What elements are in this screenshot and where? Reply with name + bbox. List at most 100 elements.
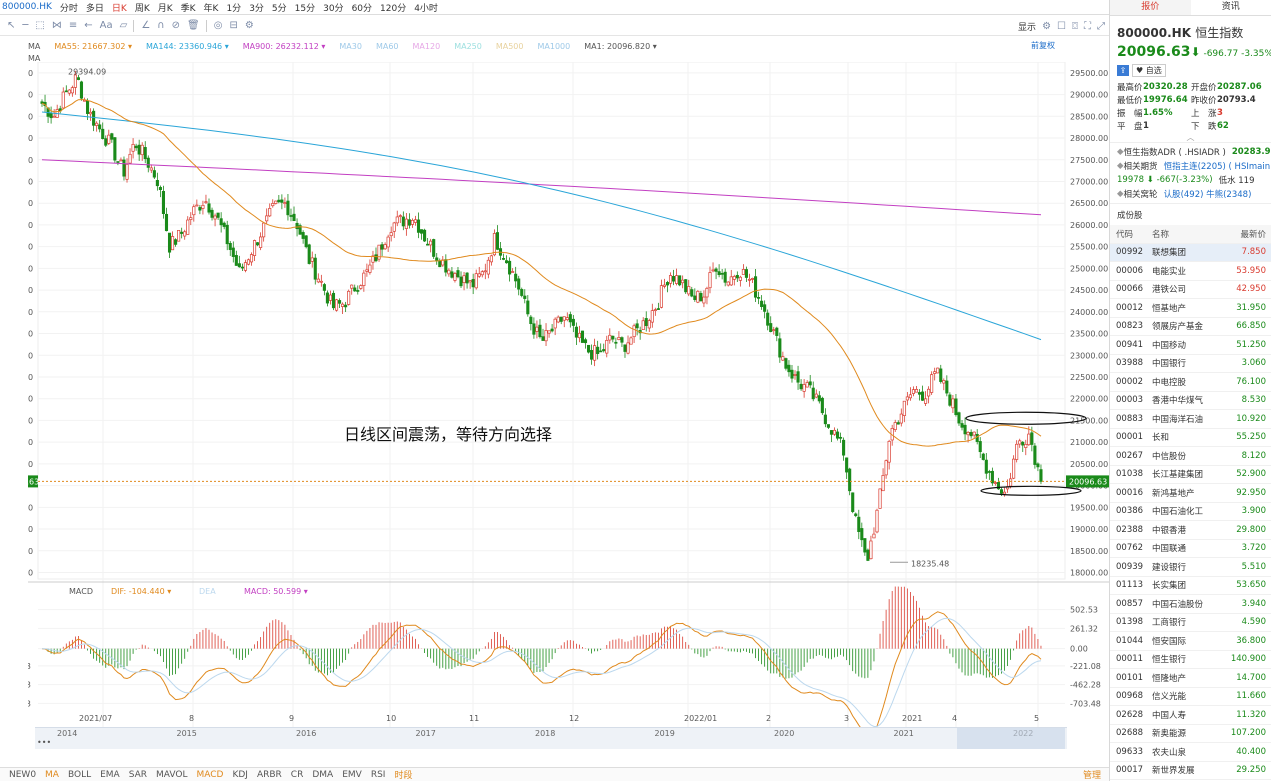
constituent-row[interactable]: 03988 中国银行 3.060 xyxy=(1110,355,1271,373)
constituent-row[interactable]: 00823 领展房产基金 66.850 xyxy=(1110,318,1271,336)
ma-legend-item[interactable]: MA144: 23360.946 ▾ xyxy=(146,42,229,51)
camera-icon[interactable]: ⌼ xyxy=(1072,21,1078,32)
indicator-tab[interactable]: RSI xyxy=(371,770,386,780)
period-tab[interactable]: 5分 xyxy=(272,1,287,14)
constituent-row[interactable]: 00762 中国联通 3.720 xyxy=(1110,540,1271,558)
constituent-row[interactable]: 00992 联想集团 7.850 xyxy=(1110,243,1271,262)
channel-tool-icon[interactable]: ≡ xyxy=(69,20,77,31)
period-tab[interactable]: 日K xyxy=(112,1,127,14)
ma-legend-item[interactable]: MA60 xyxy=(376,42,399,51)
indicator-tab[interactable]: MAVOL xyxy=(156,770,187,780)
manage-button[interactable]: 管理 xyxy=(1083,768,1101,781)
constituent-row[interactable]: 00002 中电控股 76.100 xyxy=(1110,373,1271,392)
symbol-code[interactable]: 800000.HK xyxy=(2,2,52,12)
constituent-row[interactable]: 00011 恒生银行 140.900 xyxy=(1110,651,1271,669)
constituent-row[interactable]: 00386 中国石油化工 3.900 xyxy=(1110,503,1271,521)
period-tab[interactable]: 3分 xyxy=(249,1,264,14)
indicator-tab[interactable]: MACD xyxy=(196,770,223,780)
gear-icon[interactable]: ⚙ xyxy=(1042,21,1051,32)
related-label[interactable]: 相关期货 xyxy=(1124,160,1158,172)
period-tab[interactable]: 15分 xyxy=(295,1,315,14)
constituent-row[interactable]: 00006 电能实业 53.950 xyxy=(1110,262,1271,281)
fib-tool-icon[interactable]: ⋈ xyxy=(52,20,62,31)
related-row[interactable]: 19978 ⬇ -667(-3.23%) 低水 119 xyxy=(1110,173,1271,187)
constituent-row[interactable]: 01398 工商银行 4.590 xyxy=(1110,614,1271,632)
constituent-row[interactable]: 00012 恒基地产 31.950 xyxy=(1110,299,1271,318)
ma-legend-item[interactable]: MA500 xyxy=(496,42,524,51)
indicator-tab[interactable]: EMV xyxy=(342,770,362,780)
indicator-tab[interactable]: 时段 xyxy=(394,768,412,781)
kline-chart[interactable]: 29500.009500.0029000.009000.0028500.0085… xyxy=(28,62,1110,727)
constituent-row[interactable]: 00001 长和 55.250 xyxy=(1110,429,1271,447)
layers-icon[interactable]: ⊟ xyxy=(229,20,237,31)
ma-legend-item[interactable]: MA120 xyxy=(413,42,441,51)
ma-legend-item[interactable]: MA250 xyxy=(454,42,482,51)
constituent-row[interactable]: 00016 新鸿基地产 92.950 xyxy=(1110,484,1271,503)
indicator-tab[interactable]: EMA xyxy=(100,770,120,780)
period-tab[interactable]: 季K xyxy=(181,1,196,14)
crosshair-icon[interactable]: ↖ xyxy=(7,20,15,31)
constituent-row[interactable]: 00968 信义光能 11.660 xyxy=(1110,688,1271,706)
constituent-row[interactable]: 02388 中银香港 29.800 xyxy=(1110,521,1271,540)
period-tab[interactable]: 120分 xyxy=(380,1,406,14)
indicator-tab[interactable]: KDJ xyxy=(232,770,248,780)
constituent-row[interactable]: 00066 港铁公司 42.950 xyxy=(1110,281,1271,299)
expand-icon[interactable]: ⤢ xyxy=(1097,21,1105,32)
indicator-tab[interactable]: BOLL xyxy=(68,770,91,780)
adjust-mode[interactable]: 前复权 xyxy=(1031,40,1055,51)
period-tab[interactable]: 分时 xyxy=(60,1,78,14)
constituent-row[interactable]: 01044 恒安国际 36.800 xyxy=(1110,632,1271,651)
period-tab[interactable]: 周K xyxy=(135,1,150,14)
constituent-row[interactable]: 09633 农夫山泉 40.400 xyxy=(1110,743,1271,762)
related-row[interactable]: ◆ 恒生指数ADR ( .HSIADR ) 20283.9 xyxy=(1110,145,1271,159)
period-tab[interactable]: 60分 xyxy=(352,1,372,14)
related-row[interactable]: ◆ 相关窝轮 认股(492) 牛熊(2348) xyxy=(1110,187,1271,201)
constituent-row[interactable]: 00941 中国移动 51.250 xyxy=(1110,336,1271,355)
timeline-handle-icon[interactable]: ••• xyxy=(37,738,51,747)
pen-icon[interactable]: ∠ xyxy=(141,20,150,31)
col-name[interactable]: 名称 xyxy=(1152,228,1214,240)
collapse-icon[interactable]: ︿ xyxy=(1110,132,1271,142)
ma-legend-item[interactable]: MA1: 20096.820 ▾ xyxy=(584,42,657,51)
ma-legend-item[interactable]: MA30 xyxy=(339,42,362,51)
checkbox-icon[interactable]: ☐ xyxy=(1057,21,1066,32)
related-row[interactable]: ◆ 相关期货 恒指主连(2205) ( HSImain xyxy=(1110,159,1271,173)
related-value[interactable]: 恒指主连(2205) ( HSImain xyxy=(1164,160,1271,172)
related-value[interactable]: 低水 119 xyxy=(1219,174,1255,186)
share-icon[interactable]: ⇪ xyxy=(1117,65,1129,76)
fullscreen-icon[interactable]: ⛶ xyxy=(1084,21,1091,32)
magnet-icon[interactable]: ∩ xyxy=(157,20,164,31)
col-price[interactable]: 最新价 xyxy=(1214,228,1266,240)
period-tab[interactable]: 1分 xyxy=(226,1,241,14)
related-label[interactable]: 19978 ⬇ -667(-3.23%) xyxy=(1117,175,1213,185)
settings-icon[interactable]: ⚙ xyxy=(245,20,254,31)
line-tool-icon[interactable]: ─ xyxy=(22,20,28,31)
timeline-selection[interactable] xyxy=(957,728,1065,749)
measure-icon[interactable]: ⏥ xyxy=(120,20,128,31)
add-watchlist-button[interactable]: ♥ 自选 xyxy=(1132,64,1166,77)
tab-quote[interactable]: 报价 xyxy=(1110,0,1191,15)
text-tool-icon[interactable]: Aa xyxy=(100,20,113,31)
ma-legend-item[interactable]: MA xyxy=(28,42,40,51)
lock-icon[interactable]: ⊘ xyxy=(172,20,180,31)
tab-news[interactable]: 资讯 xyxy=(1191,0,1271,15)
period-tab[interactable]: 4小时 xyxy=(414,1,438,14)
related-label[interactable]: 相关窝轮 xyxy=(1124,188,1158,200)
ma-legend-item[interactable]: MA900: 26232.112 ▾ xyxy=(243,42,326,51)
trash-icon[interactable]: 🗑 xyxy=(187,20,200,31)
constituent-row[interactable]: 00857 中国石油股份 3.940 xyxy=(1110,595,1271,614)
indicator-tab[interactable]: CR xyxy=(291,770,304,780)
related-value[interactable]: 20283.9 xyxy=(1232,147,1271,157)
constituent-row[interactable]: 02688 新奥能源 107.200 xyxy=(1110,725,1271,743)
display-menu[interactable]: 显示 xyxy=(1018,20,1036,33)
constituent-row[interactable]: 00017 新世界发展 29.250 xyxy=(1110,762,1271,780)
timeline-navigator[interactable]: 201420152016201720182019202020212022••• xyxy=(35,727,1067,749)
constituent-row[interactable]: 01038 长江基建集团 52.900 xyxy=(1110,466,1271,484)
constituent-row[interactable]: 00883 中国海洋石油 10.920 xyxy=(1110,410,1271,429)
ma-legend-item[interactable]: MA55: 21667.302 ▾ xyxy=(54,42,132,51)
col-code[interactable]: 代码 xyxy=(1110,228,1152,240)
related-label[interactable]: 恒生指数ADR ( .HSIADR ) xyxy=(1124,146,1226,158)
indicator-tab[interactable]: MA xyxy=(45,770,59,780)
related-value[interactable]: 认股(492) 牛熊(2348) xyxy=(1164,188,1252,200)
period-tab[interactable]: 月K xyxy=(158,1,173,14)
